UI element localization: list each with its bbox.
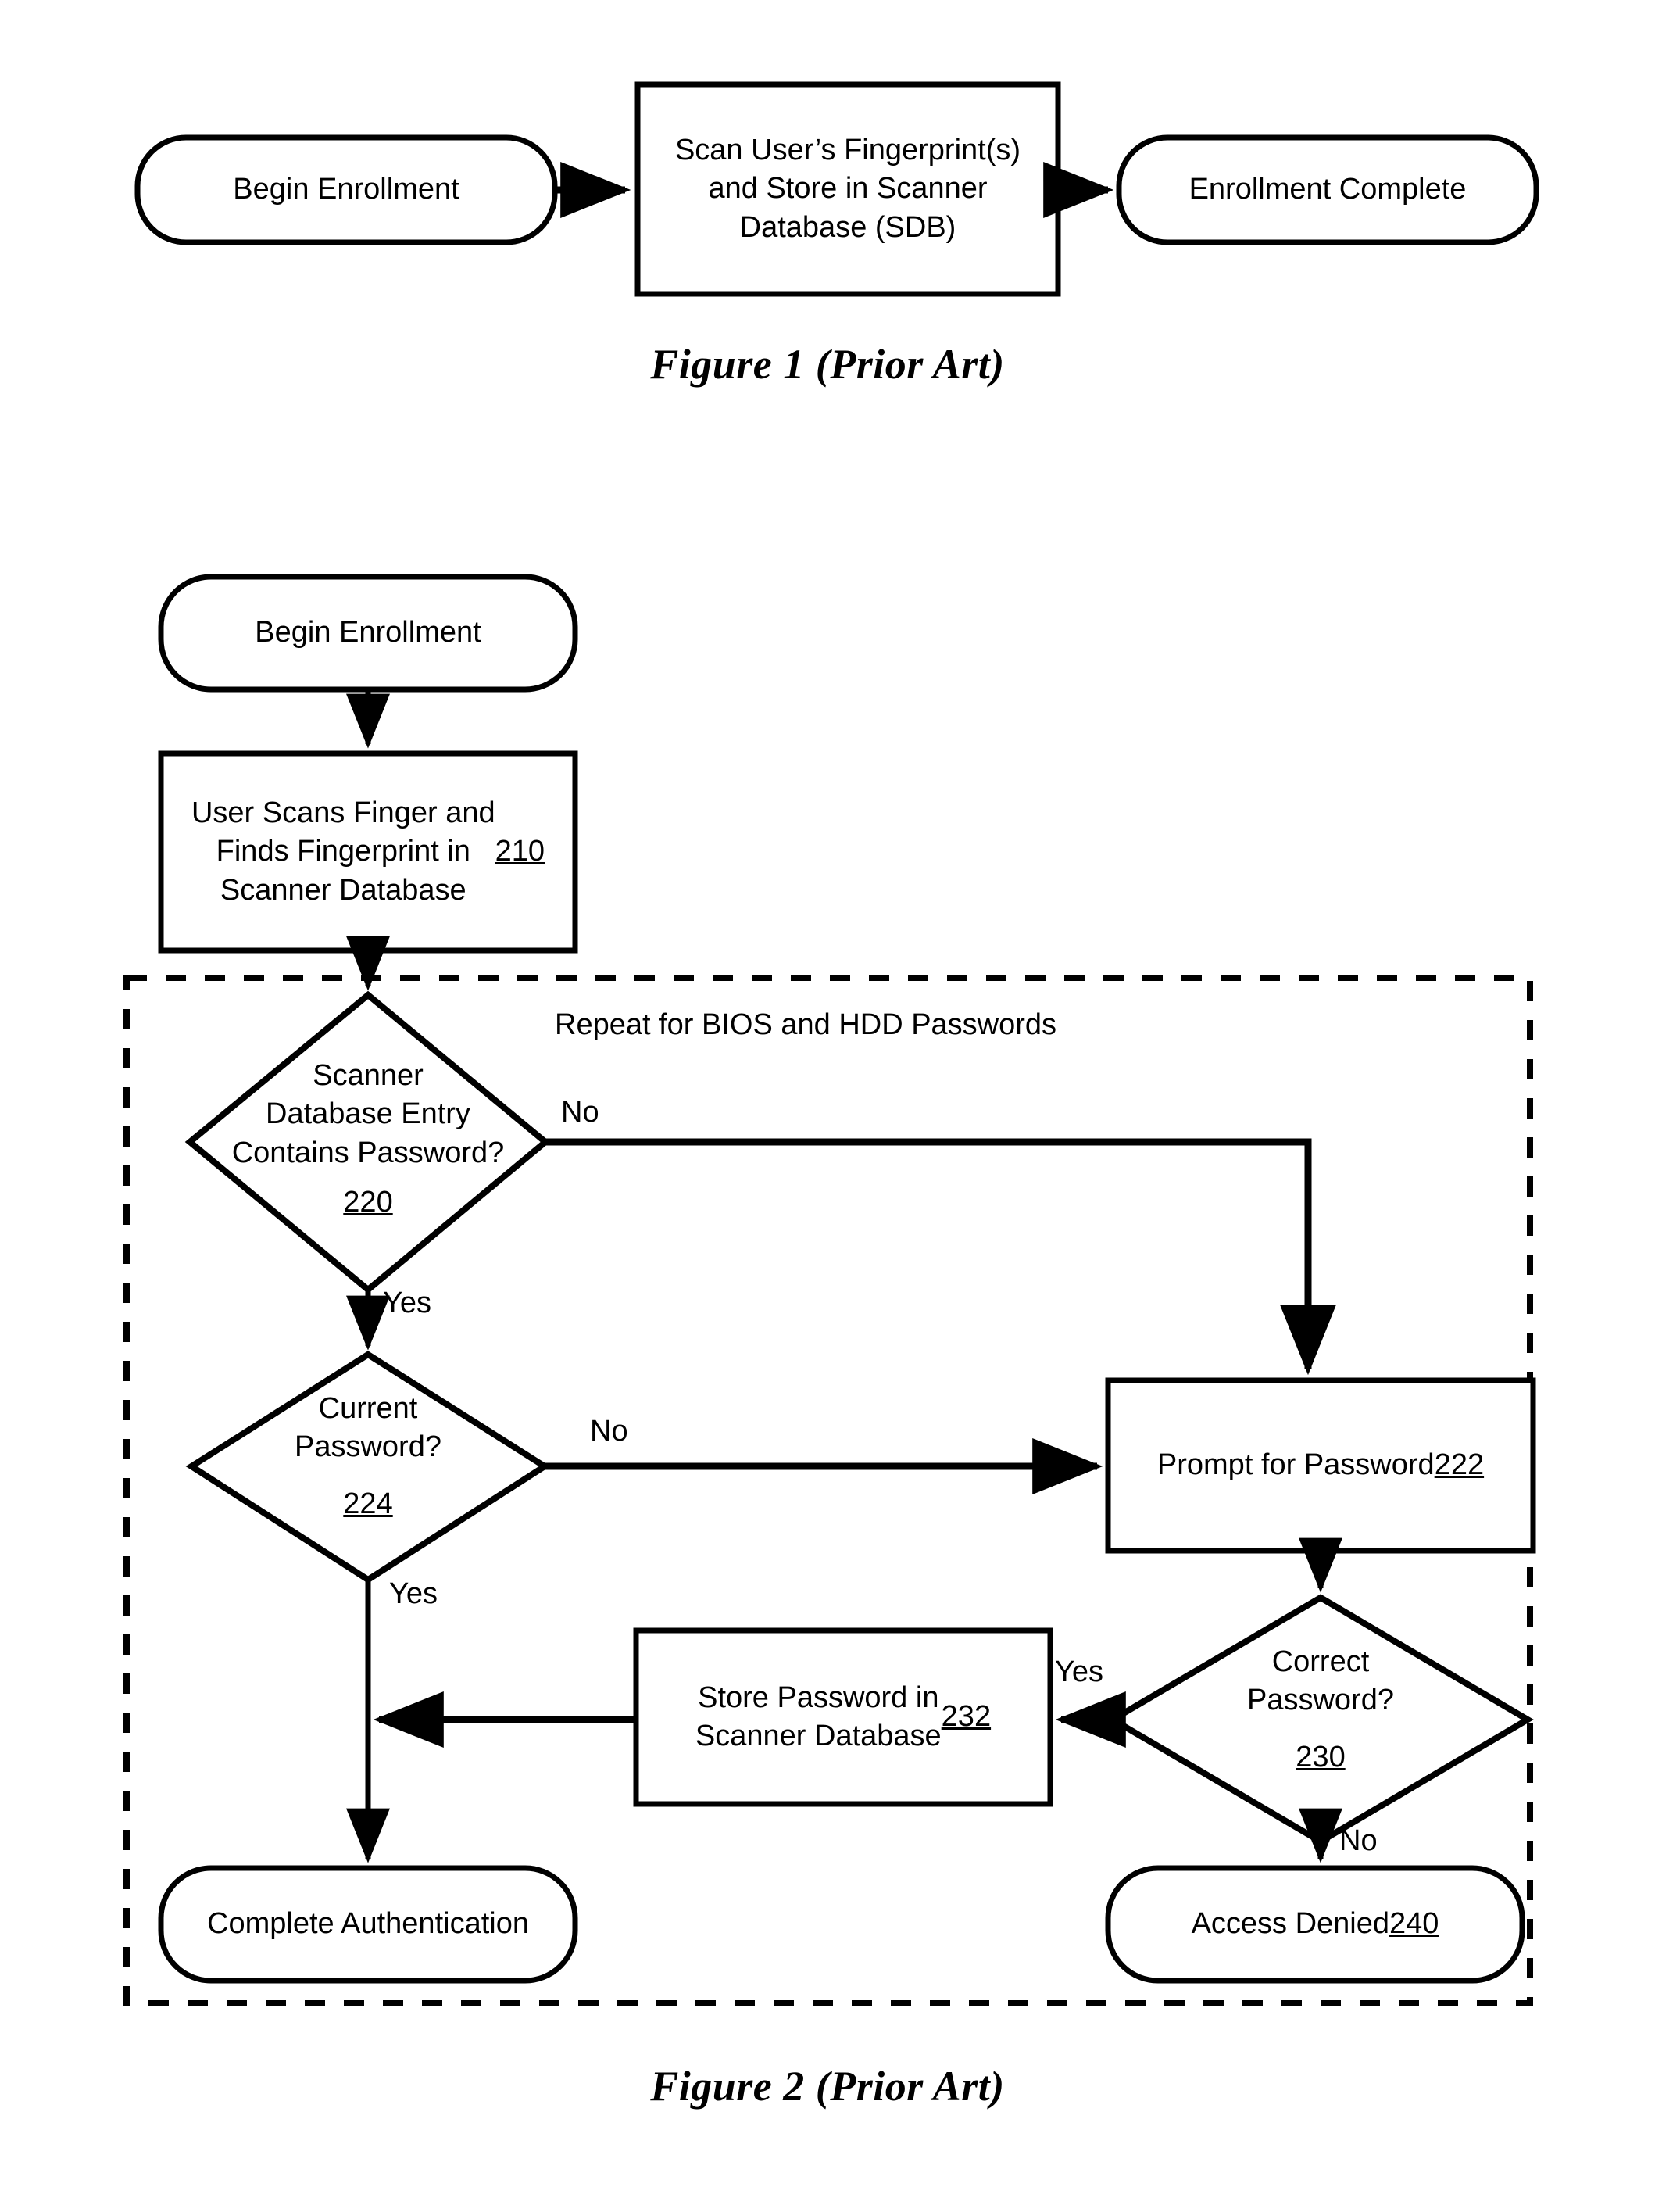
fig2-edge-label-220-no: No [561, 1096, 599, 1129]
fig2-edge-label-224-yes: Yes [389, 1577, 438, 1610]
fig2-edge-label-230-no: No [1339, 1824, 1378, 1857]
fig2-access-denied-shape [1105, 1865, 1525, 1984]
fig1-enrollment-complete-shape [1116, 134, 1539, 245]
fig2-repeat-group-label: Repeat for BIOS and HDD Passwords [555, 1008, 1057, 1041]
figure2-caption: Figure 2 (Prior Art) [650, 2063, 1005, 2110]
figure1-caption: Figure 1 (Prior Art) [650, 341, 1005, 388]
fig2-edge-label-220-yes: Yes [383, 1287, 431, 1319]
fig2-edge-220-no-to-222 [545, 1138, 1336, 1376]
fig2-correct-password-shape [1106, 1594, 1534, 1845]
figure1-shapes [134, 81, 1539, 297]
fig2-current-password-shape [185, 1351, 551, 1584]
fig2-store-password-shape [633, 1627, 1053, 1807]
fig2-complete-authentication-shape [158, 1865, 578, 1984]
fig1-begin-enrollment-shape [134, 134, 558, 245]
fig2-entry-contains-password-shape [184, 990, 551, 1294]
patent-drawing-sheet: Begin Enrollment Scan User’s Fingerprint… [0, 0, 1655, 2212]
fig2-prompt-password-shape [1105, 1377, 1536, 1554]
figure2-shapes [123, 574, 1536, 2006]
fig2-begin-enrollment-shape [158, 574, 578, 693]
fig2-edge-label-224-no: No [590, 1415, 628, 1448]
fig2-edge-label-230-yes: Yes [1055, 1655, 1103, 1688]
fig1-scan-store-shape [634, 81, 1061, 297]
fig2-scan-finger-shape [158, 750, 578, 954]
flowchart-vector-layer [123, 81, 1539, 2006]
